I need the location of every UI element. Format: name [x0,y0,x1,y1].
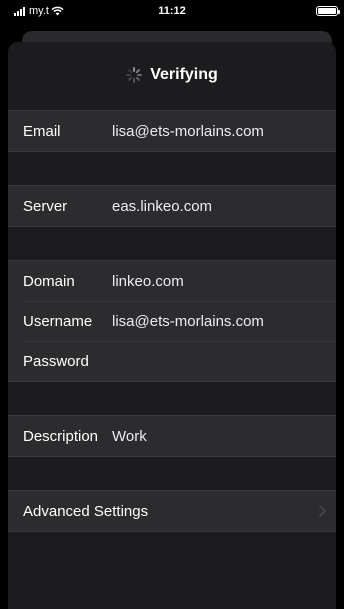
server-row[interactable]: Server eas.linkeo.com [8,186,336,226]
battery-icon [316,6,340,16]
description-label: Description [23,427,99,445]
server-label: Server [23,197,68,215]
server-field[interactable]: eas.linkeo.com [112,198,212,215]
description-field[interactable]: Work [112,428,147,445]
account-sheet: Verifying Email lisa@ets-morlains.com Se… [8,42,336,609]
domain-label: Domain [23,272,75,290]
username-label: Username [23,312,93,330]
password-label: Password [23,352,89,370]
description-group: Description Work [8,415,336,457]
credentials-group: Domain linkeo.com Username lisa@ets-morl… [8,260,336,382]
section-gap [8,382,336,415]
section-gap [8,152,336,185]
password-row[interactable]: Password [8,341,336,381]
device-screen: my.t 11:12 Verifying Email lisa@ets-morl… [0,0,344,609]
advanced-group: Advanced Settings [8,490,336,532]
nav-title: Verifying [150,66,218,83]
server-group: Server eas.linkeo.com [8,185,336,227]
section-gap [8,227,336,260]
email-label: Email [23,122,61,140]
domain-field[interactable]: linkeo.com [112,273,184,290]
email-field[interactable]: lisa@ets-morlains.com [112,123,264,140]
description-row[interactable]: Description Work [8,416,336,456]
chevron-right-icon [319,504,326,521]
activity-spinner-icon [126,67,143,83]
nav-bar: Verifying [8,42,336,104]
username-field[interactable]: lisa@ets-morlains.com [112,313,264,330]
username-row[interactable]: Username lisa@ets-morlains.com [8,301,336,341]
advanced-settings-label: Advanced Settings [23,502,149,520]
status-time: 11:12 [158,5,186,17]
section-gap [8,457,336,490]
advanced-settings-row[interactable]: Advanced Settings [8,491,336,531]
status-bar: my.t 11:12 [0,0,344,22]
email-group: Email lisa@ets-morlains.com [8,110,336,152]
domain-row[interactable]: Domain linkeo.com [8,261,336,301]
email-row[interactable]: Email lisa@ets-morlains.com [8,111,336,151]
